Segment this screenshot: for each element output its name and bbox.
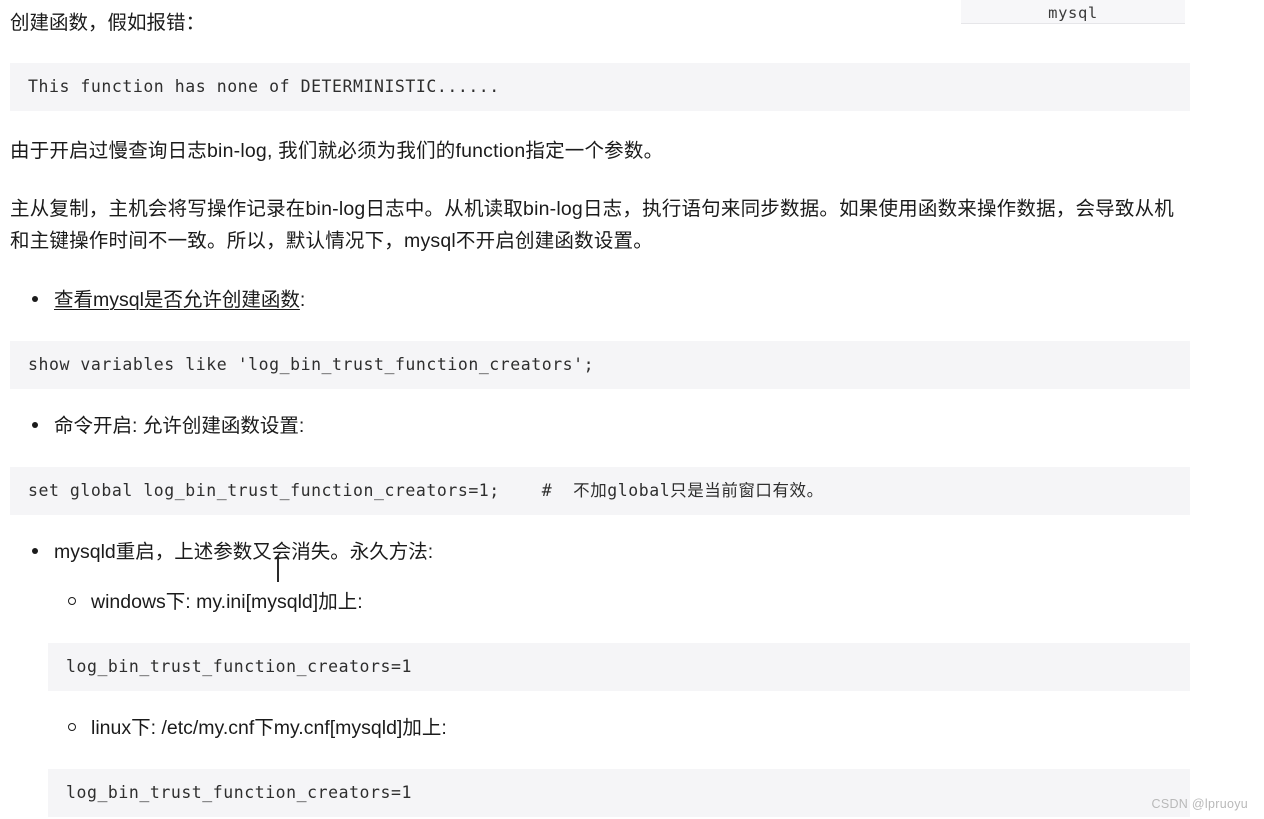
list-item-windows-config: windows下: my.ini[mysqld]加上:: [68, 590, 363, 615]
bullet-ring-icon: [68, 722, 76, 731]
code-block-error: This function has none of DETERMINISTIC.…: [10, 63, 1190, 111]
paragraph-replication: 主从复制，主机会将写操作记录在bin-log日志中。从机读取bin-log日志，…: [10, 198, 1174, 252]
list-item-check-label: 查看mysql是否允许创建函数: [54, 289, 300, 311]
code-set-global-statement: set global log_bin_trust_function_creato…: [28, 481, 500, 501]
code-block-windows-conf: log_bin_trust_function_creators= 1: [48, 643, 1190, 691]
list-item-check-function-allowed: 查看mysql是否允许创建函数:: [32, 288, 305, 313]
code-linux-conf-property: log_bin_trust_function_creators=: [66, 783, 402, 803]
code-set-global-gap: [500, 481, 542, 501]
bullet-dot-icon: [32, 295, 38, 302]
lead-paragraph: 创建函数，假如报错：: [10, 12, 206, 34]
code-linux-conf-value: 1: [401, 783, 412, 803]
code-set-global-comment: # 不加global只是当前窗口有效。: [541, 481, 824, 501]
list-item-check-colon: :: [299, 289, 306, 311]
list-item-windows-label: windows下: my.ini[mysqld]加上:: [91, 591, 363, 613]
bullet-dot-icon: [32, 421, 38, 428]
code-show-variables-keyword: show variables like: [28, 355, 238, 375]
list-item-enable-function-setting: 命令开启: 允许创建函数设置:: [32, 414, 304, 439]
code-windows-conf-value: 1: [401, 657, 412, 677]
bullet-ring-icon: [68, 596, 76, 605]
code-block-show-variables: show variables like 'log_bin_trust_funct…: [10, 341, 1190, 389]
article-page: mysql 创建函数，假如报错： This function has none …: [0, 0, 1264, 819]
code-block-linux-conf: log_bin_trust_function_creators= 1: [48, 769, 1190, 817]
code-windows-conf-property: log_bin_trust_function_creators=: [66, 657, 402, 677]
code-block-set-global: set global log_bin_trust_function_creato…: [10, 467, 1190, 515]
paragraph-binlog: 由于开启过慢查询日志bin-log, 我们就必须为我们的function指定一个…: [10, 140, 664, 162]
code-block-error-text: This function has none of DETERMINISTIC.…: [28, 77, 500, 97]
text-cursor: [277, 556, 279, 582]
list-item-persist-method: mysqld重启，上述参数又会消失。永久方法:: [32, 540, 433, 565]
watermark: CSDN @lpruoyu: [1151, 797, 1248, 811]
code-show-variables-string: 'log_bin_trust_function_creators': [237, 355, 584, 375]
code-show-variables-semicolon: ;: [583, 355, 595, 375]
list-item-linux-label: linux下: /etc/my.cnf下my.cnf[mysqld]加上:: [91, 717, 447, 739]
list-item-persist-label: mysqld重启，上述参数又会消失。永久方法:: [54, 541, 434, 563]
bullet-dot-icon: [32, 547, 38, 554]
list-item-linux-config: linux下: /etc/my.cnf下my.cnf[mysqld]加上:: [68, 716, 447, 741]
list-item-enable-label: 命令开启: 允许创建函数设置:: [54, 415, 305, 437]
